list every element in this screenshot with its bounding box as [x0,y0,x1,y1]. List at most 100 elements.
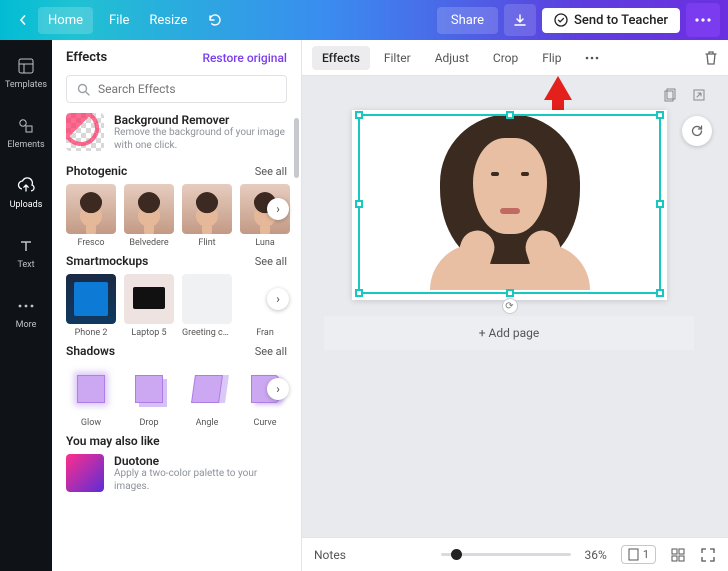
resize-handle[interactable] [506,289,514,297]
zoom-thumb[interactable] [451,549,462,560]
resize-handle[interactable] [355,111,363,119]
duotone-card[interactable]: Duotone Apply a two-color palette to you… [66,454,287,493]
tab-effects[interactable]: Effects [312,46,370,70]
back-button[interactable] [8,9,38,31]
resize-handle[interactable] [656,111,664,119]
duotone-icon [66,454,104,492]
section-youmay-head: You may also like [66,434,287,448]
search-input[interactable] [98,82,276,96]
page-tools [662,86,708,104]
reset-view-button[interactable] [682,116,712,146]
resize-handle[interactable] [656,200,664,208]
bg-remover-icon [66,113,104,151]
effect-tile[interactable]: Fresco [66,184,116,248]
mockup-tile[interactable]: Laptop 5 [124,274,174,338]
section-photogenic-head: Photogenic See all [66,164,287,178]
photogenic-seeall[interactable]: See all [255,165,287,178]
rail-uploads[interactable]: Uploads [0,172,52,214]
resize-handle[interactable] [506,111,514,119]
bg-remover-card[interactable]: Background Remover Remove the background… [66,113,287,152]
image-tool-tabs: Effects Filter Adjust Crop Flip [302,40,728,76]
effect-tile[interactable]: Flint [182,184,232,248]
tab-adjust[interactable]: Adjust [425,46,479,70]
undo-button[interactable] [197,7,231,33]
search-icon [77,83,90,96]
shadow-tile[interactable]: Glow [66,364,116,428]
resize-handle[interactable] [355,200,363,208]
copy-icon [664,88,678,102]
page-icon [628,548,639,561]
undo-icon [207,13,221,27]
rail-templates[interactable]: Templates [0,52,52,94]
effect-tile[interactable]: Belvedere [124,184,174,248]
open-page-button[interactable] [690,86,708,104]
tab-crop[interactable]: Crop [483,46,528,70]
top-bar: Home File Resize Share Send to Teacher [0,0,728,40]
page-count-pill[interactable]: 1 [621,545,656,564]
resize-menu[interactable]: Resize [139,7,197,34]
file-menu[interactable]: File [99,7,139,34]
share-button[interactable]: Share [437,7,498,34]
templates-icon [16,56,36,76]
send-to-teacher-button[interactable]: Send to Teacher [542,8,680,33]
restore-original-link[interactable]: Restore original [202,51,287,65]
bg-remover-title: Background Remover [114,113,287,127]
mockup-tile[interactable]: Greeting car… [182,274,232,338]
photogenic-row: Fresco Belvedere Flint Luna › [66,184,287,248]
smartmockups-row: Phone 2 Laptop 5 Greeting car… Fran › [66,274,287,338]
grid-icon [671,548,685,562]
zoom-value: 36% [585,548,607,562]
fullscreen-button[interactable] [700,547,716,563]
home-button[interactable]: Home [38,7,93,34]
download-icon [513,13,527,27]
trash-icon [704,50,718,66]
rail-elements[interactable]: Elements [0,112,52,154]
text-icon [16,236,36,256]
rail-more[interactable]: More [0,292,52,334]
shadows-scroll-right[interactable]: › [267,378,289,400]
selection-frame[interactable]: ⟳ [358,114,661,294]
shadows-seeall[interactable]: See all [255,345,287,358]
workspace: Effects Filter Adjust Crop Flip [302,40,728,571]
side-rail: Templates Elements Uploads Text More [0,40,52,571]
mockup-tile[interactable]: Phone 2 [66,274,116,338]
refresh-icon [690,124,704,138]
search-effects[interactable] [66,75,287,103]
rotate-handle[interactable]: ⟳ [502,298,518,314]
duotone-desc: Apply a two-color palette to your images… [114,468,287,493]
more-icon [16,296,36,316]
elements-icon [16,116,36,136]
panel-title: Effects [66,50,107,65]
notes-button[interactable]: Notes [314,548,346,562]
delete-button[interactable] [704,50,718,66]
home-label: Home [48,13,83,28]
uploads-icon [16,176,36,196]
panel-header: Effects Restore original [52,40,301,75]
section-shadows-head: Shadows See all [66,344,287,358]
zoom-slider[interactable] [441,553,571,556]
effects-panel: Effects Restore original Background Remo… [52,40,302,571]
add-page-button[interactable]: + Add page [324,316,694,350]
duotone-title: Duotone [114,454,287,468]
tab-flip[interactable]: Flip [532,46,571,70]
check-circle-icon [554,13,568,27]
topbar-more-button[interactable] [686,3,720,37]
download-button[interactable] [504,4,536,36]
grid-view-button[interactable] [670,547,686,563]
duplicate-page-button[interactable] [662,86,680,104]
canvas[interactable]: ⟳ + Add page [302,76,728,537]
footer-bar: Notes 36% 1 [302,537,728,571]
shadow-tile[interactable]: Drop [124,364,174,428]
tab-more[interactable] [575,51,609,65]
resize-handle[interactable] [355,289,363,297]
smartmockups-scroll-right[interactable]: › [267,288,289,310]
smartmockups-seeall[interactable]: See all [255,255,287,268]
photogenic-scroll-right[interactable]: › [267,198,289,220]
external-icon [692,88,706,102]
rail-text[interactable]: Text [0,232,52,274]
resize-handle[interactable] [656,289,664,297]
more-horizontal-icon [585,56,599,60]
tab-filter[interactable]: Filter [374,46,421,70]
panel-scrollbar[interactable] [294,118,299,178]
shadow-tile[interactable]: Angle [182,364,232,428]
